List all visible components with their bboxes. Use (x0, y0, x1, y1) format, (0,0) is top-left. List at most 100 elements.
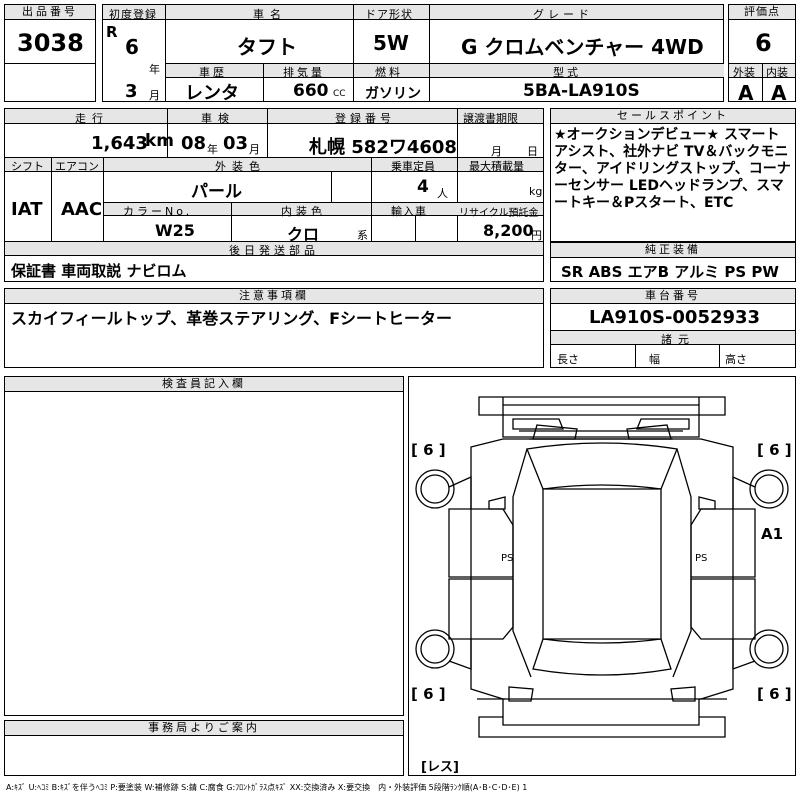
damage-mark-a1: A1 (761, 525, 783, 543)
score-box: 評価点 6 外装 内装 A A (728, 4, 796, 105)
rear-door-right (690, 578, 756, 640)
wheel-front-right (749, 469, 789, 509)
car-diagram-box: [ 6 ] [ 6 ] [ 6 ] [ 6 ] A1 PS PS [レス] (408, 376, 796, 776)
door-type: 5W (373, 31, 409, 55)
office-label: 事務局よりご案内 (5, 721, 403, 736)
inspector-label: 検査員記入欄 (5, 377, 403, 392)
rear-bumper (478, 716, 726, 738)
sales-point-box: セールスポイント ★オークションデビュー★ スマートアシスト、社外ナビ TV＆バ… (550, 108, 796, 242)
era: R (106, 23, 118, 41)
model-label: 型式 (553, 66, 581, 79)
caution-text: スカイフィールトップ、革巻ステアリング、Fシートヒーター (11, 309, 453, 328)
max-load-label: 最大積載量 (469, 160, 524, 173)
genuine-equip-box: 純正装備 SR ABS エアB アルミ PS PW (550, 242, 796, 282)
spare-tire: [レス] (421, 760, 459, 775)
tire-rl-score: [ 6 ] (411, 685, 446, 703)
interior-label: 内装 (766, 66, 788, 79)
car-diagram: [ 6 ] [ 6 ] [ 6 ] [ 6 ] A1 PS PS [レス] (411, 396, 792, 775)
ext-color-label: 外装色 (215, 160, 266, 173)
mileage-label: 走行 (75, 112, 109, 125)
recycle-fee: 8,200 (483, 221, 534, 240)
wheel-rear-right (749, 629, 789, 669)
score-label: 評価点 (729, 5, 795, 20)
recycle-label: リサイクル預託金 (459, 208, 539, 219)
sales-point-label: セールスポイント (551, 109, 795, 124)
aircon-label: エアコン (55, 160, 99, 173)
front-bumper (478, 396, 726, 416)
body-outline (470, 438, 734, 700)
height-label: 高さ (725, 353, 747, 366)
year-unit: 年 (149, 63, 160, 76)
exterior-score: A (738, 81, 754, 105)
ps-right: PS (695, 553, 707, 564)
fuel: ガソリン (365, 86, 421, 102)
ext-color: パール (191, 182, 242, 202)
shift: IAT (11, 199, 43, 220)
tire-rr-score: [ 6 ] (757, 685, 792, 703)
wheel-front-left (415, 469, 455, 509)
grade-label: グレード (533, 8, 593, 21)
sales-points: ★オークションデビュー★ スマートアシスト、社外ナビ TV＆バックモニター、アイ… (554, 127, 791, 211)
tire-fl-score: [ 6 ] (411, 441, 446, 459)
inspection-label: 車検 (201, 112, 235, 125)
history-label: 車歴 (199, 66, 227, 79)
color-no: W25 (155, 221, 195, 240)
transfer-label: 譲渡書期限 (463, 112, 518, 125)
insp-month: 03 (223, 133, 249, 154)
caution-box: 注意事項欄 スカイフィールトップ、革巻ステアリング、Fシートヒーター (4, 288, 544, 368)
car-name: タフト (237, 35, 297, 59)
capacity: 4 (417, 177, 429, 197)
reg-year: 6 (125, 35, 139, 59)
wheel-rear-left (415, 629, 455, 669)
later-parts-box: 保証書 車両取説 ナビロム (4, 256, 544, 282)
capacity-unit: 人 (437, 187, 448, 200)
rear-window (532, 638, 672, 676)
chassis-box: 車台番号 LA910S-0052933 諸元 長さ 幅 高さ (550, 288, 796, 368)
insp-year: 08 (181, 133, 207, 154)
width-label: 幅 (649, 353, 660, 366)
lot-number-label: 出品番号 (5, 5, 95, 20)
legend: A:ｷｽﾞ U:ﾍｺﾐ B:ｷｽﾞを伴うﾍｺﾐ P:要塗装 W:補修跡 S:錆 … (6, 783, 528, 792)
length-label: 長さ (557, 353, 579, 366)
vehicle-header-box: 初度登録 車名 ドア形状 グレード R 6 年 タフト 5W G クロムベンチャ… (102, 4, 724, 104)
import-label: 輸入車 (391, 205, 427, 218)
ps-left: PS (501, 553, 513, 564)
reg-no-label: 登録番号 (335, 112, 395, 125)
month-unit: 月 (149, 89, 160, 102)
exterior-label: 外装 (733, 66, 755, 79)
max-load-unit: kg (529, 185, 543, 198)
color-no-label: カラーNo. (123, 205, 193, 218)
front-door-left (448, 508, 514, 578)
int-color-label: 内装色 (281, 205, 326, 218)
later-parts: 保証書 車両取説 ナビロム (11, 262, 187, 280)
mileage-unit: km (145, 131, 175, 151)
insp-month-unit: 月 (249, 143, 260, 156)
fuel-label: 燃料 (375, 66, 403, 79)
history: レンタ (185, 83, 239, 104)
displacement-label: 排気量 (283, 66, 325, 79)
caution-label: 注意事項欄 (5, 289, 543, 304)
details-box: 走行 車検 登録番号 譲渡書期限 1,643 km 08 年 03 月 札幌 5… (4, 108, 544, 257)
genuine-equip-label: 純正装備 (551, 243, 795, 258)
grade: G クロムベンチャー 4WD (461, 35, 704, 59)
capacity-label: 乗車定員 (391, 160, 435, 173)
reg-number: 札幌 582ワ4608 (309, 137, 457, 158)
tire-fr-score: [ 6 ] (757, 441, 792, 459)
first-reg-label: 初度登録 (109, 8, 157, 21)
displacement: 660 (293, 81, 329, 101)
mirror-right (698, 496, 716, 510)
chassis-label: 車台番号 (551, 289, 795, 304)
mileage: 1,643 (91, 133, 148, 154)
roof (542, 488, 662, 640)
lot-number-box: 出品番号 3038 (4, 4, 96, 102)
chassis-number: LA910S-0052933 (589, 307, 761, 328)
model: 5BA-LA910S (523, 81, 640, 101)
rear-door-left (448, 578, 514, 640)
door-label: ドア形状 (365, 8, 413, 21)
spec-label: 諸元 (661, 333, 695, 346)
aircon: AAC (61, 199, 103, 220)
genuine-equip: SR ABS エアB アルミ PS PW (561, 263, 779, 281)
overall-score: 6 (755, 29, 772, 57)
front-door-right (690, 508, 756, 578)
windshield (526, 442, 678, 490)
